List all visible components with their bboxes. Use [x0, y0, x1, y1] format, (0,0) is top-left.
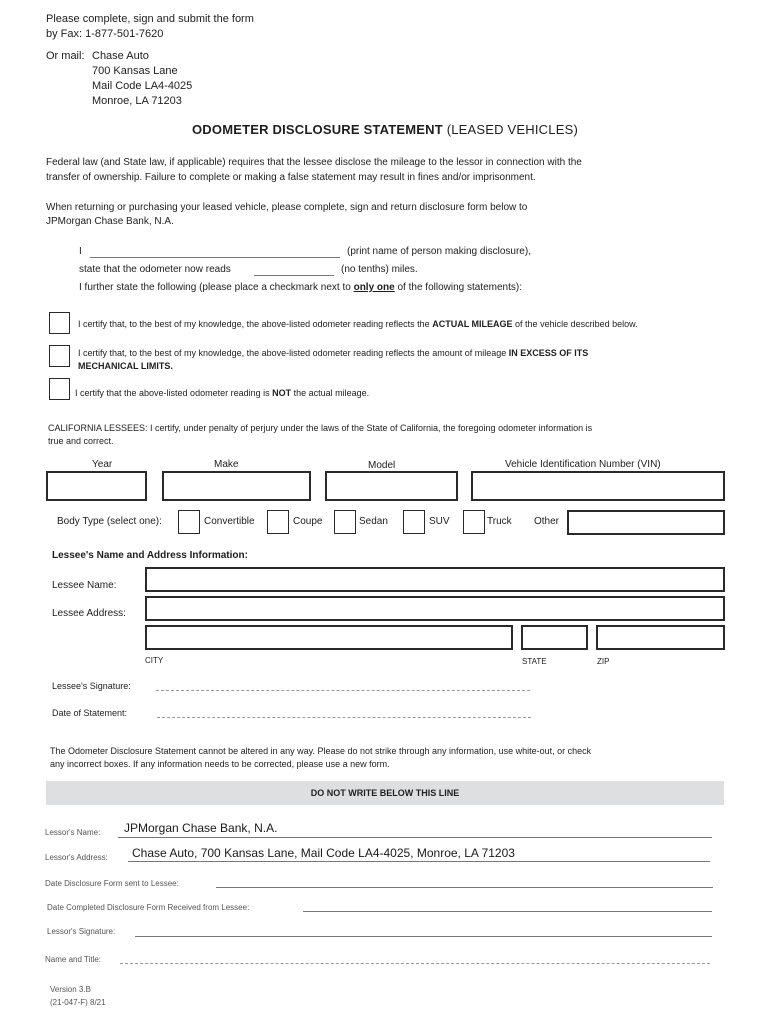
lessee-city-field[interactable]: [145, 625, 513, 650]
cert-3-bold: NOT: [272, 388, 292, 398]
other-label: Other: [534, 516, 560, 527]
odometer-reading-field[interactable]: [254, 263, 334, 276]
cert-2-bold: IN EXCESS OF ITS: [508, 348, 589, 358]
cert-2-pre: I certify that, to the best of my knowle…: [78, 348, 509, 358]
model-field[interactable]: [325, 471, 458, 501]
cert-3-post: the actual mileage.: [291, 388, 370, 398]
lessee-zip-field[interactable]: [596, 625, 725, 650]
actual-mileage-checkbox[interactable]: [49, 312, 70, 334]
year-field[interactable]: [46, 471, 147, 501]
lessee-signature-label: Lessee's Signature:: [52, 681, 131, 691]
mail-address-line-4: Monroe, LA 71203: [92, 95, 182, 107]
suv-checkbox[interactable]: [403, 510, 425, 534]
vin-field[interactable]: [471, 471, 725, 501]
cert-3-pre: I certify that the above-listed odometer…: [75, 388, 273, 398]
date-of-statement-label: Date of Statement:: [52, 708, 128, 718]
city-label: CITY: [145, 656, 164, 665]
lessee-signature-field[interactable]: [156, 680, 530, 691]
date-received-field[interactable]: [303, 900, 712, 912]
truck-checkbox[interactable]: [463, 510, 485, 534]
lessee-section-title: Lessee's Name and Address Information:: [52, 550, 248, 561]
mail-label: Or mail:: [46, 50, 85, 62]
notice-line-2: any incorrect boxes. If any information …: [50, 759, 390, 769]
only-one-emphasis: only one: [353, 282, 395, 293]
convertible-label: Convertible: [204, 516, 255, 527]
statement-odometer-prefix: state that the odometer now reads: [79, 264, 231, 275]
lessee-name-label: Lessee Name:: [52, 580, 117, 591]
page-title: ODOMETER DISCLOSURE STATEMENT (LEASED VE…: [0, 122, 770, 137]
mail-address-line-2: 700 Kansas Lane: [92, 65, 178, 77]
vin-label: Vehicle Identification Number (VIN): [505, 459, 661, 470]
lessee-state-field[interactable]: [521, 625, 588, 650]
excess-mileage-checkbox[interactable]: [49, 345, 70, 367]
lessor-address-label: Lessor's Address:: [45, 853, 108, 862]
version-label: Version 3.B: [50, 985, 91, 994]
zip-label: ZIP: [597, 657, 610, 666]
statement-instruction: I further state the following (please pl…: [79, 281, 522, 295]
sedan-checkbox[interactable]: [334, 510, 356, 534]
body-type-label: Body Type (select one):: [57, 516, 162, 527]
disclosure-name-field[interactable]: [90, 245, 340, 258]
lessor-name-label: Lessor's Name:: [45, 828, 101, 837]
not-actual-mileage-checkbox[interactable]: [49, 378, 70, 400]
date-sent-label: Date Disclosure Form sent to Lessee:: [45, 879, 179, 888]
name-title-field[interactable]: [120, 952, 710, 964]
not-actual-mileage-text: I certify that the above-listed odometer…: [75, 387, 369, 399]
lessee-address-label: Lessee Address:: [52, 608, 126, 619]
lessee-address-field[interactable]: [145, 596, 725, 621]
form-code-label: (21-047-F) 8/21: [50, 998, 106, 1007]
excess-mileage-text-line-2: MECHANICAL LIMITS.: [78, 361, 173, 371]
return-instruction-line-2: JPMorgan Chase Bank, N.A.: [46, 216, 174, 227]
lessor-name-value: JPMorgan Chase Bank, N.A.: [124, 821, 278, 835]
name-title-label: Name and Title:: [45, 955, 102, 964]
cert-1-post: of the vehicle described below.: [512, 319, 638, 329]
page-title-suffix: (LEASED VEHICLES): [442, 122, 578, 137]
other-body-type-field[interactable]: [567, 510, 725, 535]
statement-instruction-prefix: I further state the following (please pl…: [79, 282, 354, 293]
date-of-statement-field[interactable]: [157, 707, 531, 718]
do-not-write-banner: DO NOT WRITE BELOW THIS LINE: [46, 781, 724, 805]
mail-address-line-3: Mail Code LA4-4025: [92, 80, 193, 92]
lessor-address-value: Chase Auto, 700 Kansas Lane, Mail Code L…: [132, 846, 515, 860]
date-sent-field[interactable]: [216, 876, 713, 888]
federal-law-line-2: transfer of ownership. Failure to comple…: [46, 172, 536, 183]
truck-label: Truck: [487, 516, 512, 527]
suv-label: SUV: [429, 516, 450, 527]
california-line-2: true and correct.: [48, 436, 114, 446]
fax-line: by Fax: 1-877-501-7620: [46, 28, 164, 40]
coupe-checkbox[interactable]: [267, 510, 289, 534]
coupe-label: Coupe: [293, 516, 323, 527]
statement-instruction-suffix: of the following statements):: [394, 282, 523, 293]
lessor-signature-field[interactable]: [135, 925, 712, 937]
cert-1-pre: I certify that, to the best of my knowle…: [78, 319, 433, 329]
convertible-checkbox[interactable]: [178, 510, 200, 534]
year-label: Year: [92, 459, 113, 470]
actual-mileage-text: I certify that, to the best of my knowle…: [78, 318, 638, 330]
make-field[interactable]: [162, 471, 311, 501]
return-instruction-line-1: When returning or purchasing your leased…: [46, 202, 528, 213]
statement-name-hint: (print name of person making disclosure)…: [347, 246, 531, 257]
federal-law-line-1: Federal law (and State law, if applicabl…: [46, 157, 582, 168]
date-received-label: Date Completed Disclosure Form Received …: [47, 903, 250, 912]
statement-odometer-suffix: (no tenths) miles.: [341, 264, 418, 275]
sedan-label: Sedan: [359, 516, 388, 527]
state-label: STATE: [522, 657, 547, 666]
notice-line-1: The Odometer Disclosure Statement cannot…: [50, 746, 592, 756]
page-title-bold: ODOMETER DISCLOSURE STATEMENT: [192, 122, 443, 137]
lessor-signature-label: Lessor's Signature:: [47, 927, 116, 936]
cert-1-bold: ACTUAL MILEAGE: [432, 319, 513, 329]
instruction-line-1: Please complete, sign and submit the for…: [46, 13, 254, 25]
make-label: Make: [214, 459, 239, 470]
california-line-1: CALIFORNIA LESSEES: I certify, under pen…: [48, 423, 593, 433]
statement-i: I: [79, 246, 82, 257]
excess-mileage-text: I certify that, to the best of my knowle…: [78, 347, 588, 359]
mail-address-line-1: Chase Auto: [92, 50, 149, 62]
lessee-name-field[interactable]: [145, 567, 725, 592]
